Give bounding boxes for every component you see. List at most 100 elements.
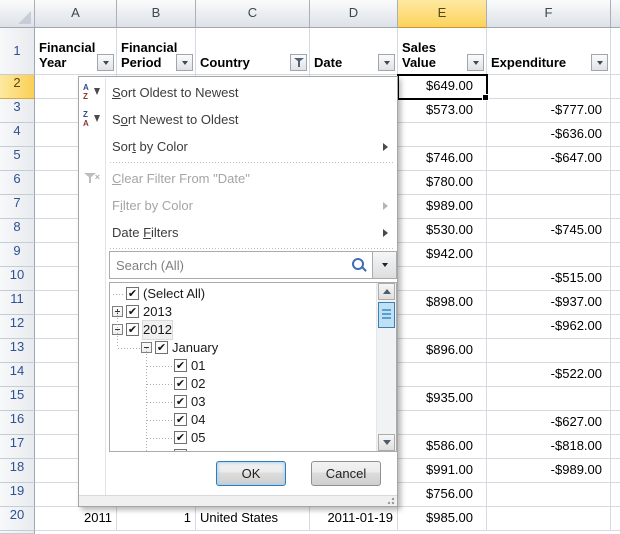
row-header-6[interactable]: 6 xyxy=(0,171,35,195)
filter-dropdown-button-D[interactable] xyxy=(378,54,395,71)
tree-item-2013[interactable]: ✔2013 xyxy=(110,303,377,321)
tree-item-04[interactable]: ✔04 xyxy=(110,411,377,429)
row-header-2[interactable]: 2 xyxy=(0,75,35,99)
column-header-C[interactable]: C xyxy=(196,0,310,28)
filter-dropdown-button-E[interactable] xyxy=(467,54,484,71)
cell-F11[interactable]: -$937.00 xyxy=(487,291,611,315)
cell-F7[interactable] xyxy=(487,195,611,219)
row-header-19[interactable]: 19 xyxy=(0,483,35,507)
filter-dropdown-button-F[interactable] xyxy=(591,54,608,71)
resize-grip[interactable] xyxy=(385,497,395,505)
row-header-18[interactable]: 18 xyxy=(0,459,35,483)
cell-F13[interactable] xyxy=(487,339,611,363)
cell-E8[interactable]: $530.00 xyxy=(398,219,487,243)
cell-F10[interactable]: -$515.00 xyxy=(487,267,611,291)
scrollbar-thumb[interactable] xyxy=(378,302,395,328)
cell-E6[interactable]: $780.00 xyxy=(398,171,487,195)
checkbox[interactable]: ✔ xyxy=(174,431,187,444)
row-header-3[interactable]: 3 xyxy=(0,99,35,123)
checkbox[interactable]: ✔ xyxy=(174,413,187,426)
cell-E13[interactable]: $896.00 xyxy=(398,339,487,363)
field-header-F[interactable]: Expenditure xyxy=(487,28,611,75)
search-dropdown-button[interactable] xyxy=(373,251,397,279)
tree-item-January[interactable]: ✔January xyxy=(110,339,377,357)
checkbox[interactable]: ✔ xyxy=(126,323,139,336)
menu-item-sort-newest-to-oldest[interactable]: ZASort Newest to Oldest xyxy=(79,106,397,133)
cell-F2[interactable] xyxy=(487,75,611,99)
filter-dropdown-button-B[interactable] xyxy=(176,54,193,71)
row-header-11[interactable]: 11 xyxy=(0,291,35,315)
scroll-up-button[interactable] xyxy=(378,283,395,300)
row-header-13[interactable]: 13 xyxy=(0,339,35,363)
row-header-15[interactable]: 15 xyxy=(0,387,35,411)
cell-F8[interactable]: -$745.00 xyxy=(487,219,611,243)
tree-item-02[interactable]: ✔02 xyxy=(110,375,377,393)
cell-F3[interactable]: -$777.00 xyxy=(487,99,611,123)
tree-item-05[interactable]: ✔05 xyxy=(110,429,377,447)
row-header-8[interactable]: 8 xyxy=(0,219,35,243)
row-header-12[interactable]: 12 xyxy=(0,315,35,339)
row-header-10[interactable]: 10 xyxy=(0,267,35,291)
cell-E14[interactable] xyxy=(398,363,487,387)
tree-item-03[interactable]: ✔03 xyxy=(110,393,377,411)
scroll-down-button[interactable] xyxy=(378,434,395,451)
cell-E19[interactable]: $756.00 xyxy=(398,483,487,507)
cell-E3[interactable]: $573.00 xyxy=(398,99,487,123)
cell-F18[interactable]: -$989.00 xyxy=(487,459,611,483)
row-header-1[interactable]: 1 xyxy=(0,28,35,75)
checkbox[interactable]: ✔ xyxy=(126,305,139,318)
tree-item-(Select All)[interactable]: ✔(Select All) xyxy=(110,285,377,303)
cell-F17[interactable]: -$818.00 xyxy=(487,435,611,459)
cell-D20[interactable]: 2011-01-19 xyxy=(310,507,398,531)
search-input[interactable] xyxy=(110,252,372,278)
cell-E12[interactable] xyxy=(398,315,487,339)
field-header-A[interactable]: Financial Year xyxy=(35,28,117,75)
menu-item-sort-oldest-to-newest[interactable]: AZSort Oldest to Newest xyxy=(79,79,397,106)
tree-item-01[interactable]: ✔01 xyxy=(110,357,377,375)
cell-B20[interactable]: 1 xyxy=(117,507,196,531)
cell-F19[interactable] xyxy=(487,483,611,507)
cell-E20[interactable]: $985.00 xyxy=(398,507,487,531)
row-header-16[interactable]: 16 xyxy=(0,411,35,435)
row-header-14[interactable]: 14 xyxy=(0,363,35,387)
cancel-button[interactable]: Cancel xyxy=(311,461,381,486)
column-header-E[interactable]: E xyxy=(398,0,487,28)
column-header-B[interactable]: B xyxy=(117,0,196,28)
field-header-D[interactable]: Date xyxy=(310,28,398,75)
cell-A20[interactable]: 2011 xyxy=(35,507,117,531)
select-all-corner[interactable] xyxy=(0,0,35,28)
cell-E9[interactable]: $942.00 xyxy=(398,243,487,267)
checkbox[interactable]: ✔ xyxy=(174,449,187,451)
cell-F16[interactable]: -$627.00 xyxy=(487,411,611,435)
cell-E4[interactable] xyxy=(398,123,487,147)
field-header-B[interactable]: Financial Period xyxy=(117,28,196,75)
row-header-4[interactable]: 4 xyxy=(0,123,35,147)
cell-F9[interactable] xyxy=(487,243,611,267)
field-header-C[interactable]: Country xyxy=(196,28,310,75)
cell-E18[interactable]: $991.00 xyxy=(398,459,487,483)
cell-F20[interactable] xyxy=(487,507,611,531)
row-header-17[interactable]: 17 xyxy=(0,435,35,459)
row-header-7[interactable]: 7 xyxy=(0,195,35,219)
field-header-E[interactable]: Sales Value xyxy=(398,28,487,75)
filter-applied-button-C[interactable] xyxy=(290,54,307,71)
cell-E5[interactable]: $746.00 xyxy=(398,147,487,171)
tree-item-2012[interactable]: ✔2012 xyxy=(110,321,377,339)
cell-E10[interactable] xyxy=(398,267,487,291)
menu-item-sort-by-color[interactable]: Sort by Color xyxy=(79,133,397,160)
filter-dropdown-button-A[interactable] xyxy=(97,54,114,71)
checkbox[interactable]: ✔ xyxy=(174,359,187,372)
checkbox[interactable]: ✔ xyxy=(126,287,139,300)
list-scrollbar[interactable] xyxy=(376,283,396,451)
checkbox[interactable]: ✔ xyxy=(155,341,168,354)
cell-E2[interactable]: $649.00 xyxy=(398,75,487,99)
row-header-9[interactable]: 9 xyxy=(0,243,35,267)
ok-button[interactable]: OK xyxy=(216,461,286,486)
cell-C20[interactable]: United States xyxy=(196,507,310,531)
cell-E11[interactable]: $898.00 xyxy=(398,291,487,315)
cell-F4[interactable]: -$636.00 xyxy=(487,123,611,147)
cell-F15[interactable] xyxy=(487,387,611,411)
cell-F5[interactable]: -$647.00 xyxy=(487,147,611,171)
cell-F12[interactable]: -$962.00 xyxy=(487,315,611,339)
column-header-A[interactable]: A xyxy=(35,0,117,28)
